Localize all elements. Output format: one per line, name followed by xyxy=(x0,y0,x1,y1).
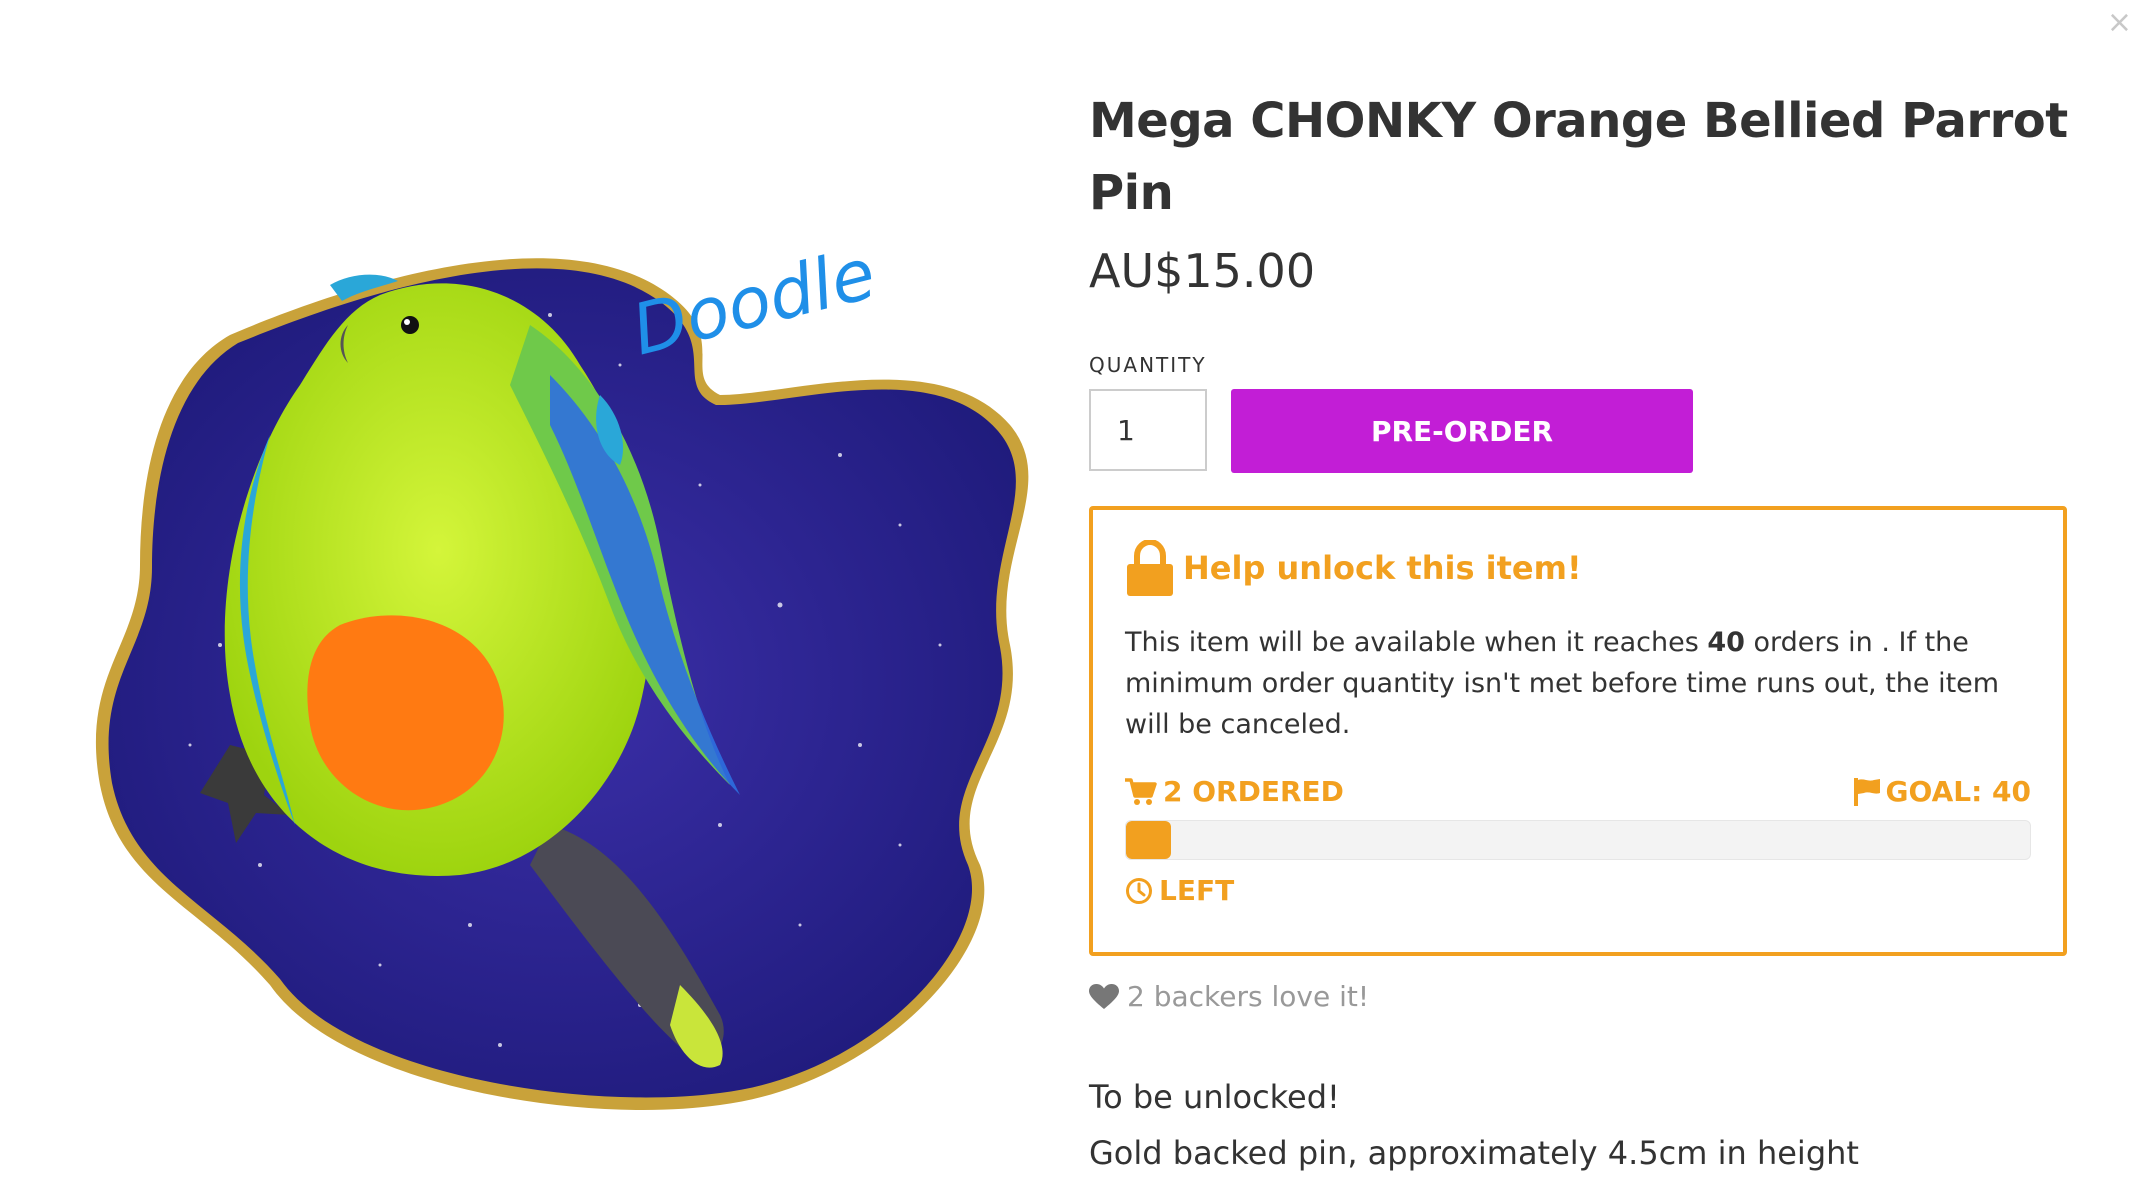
unlock-text-before: This item will be available when it reac… xyxy=(1125,627,1708,658)
unlock-title: Help unlock this item! xyxy=(1183,549,1582,587)
cart-icon xyxy=(1125,777,1157,805)
goal-count: GOAL: 40 xyxy=(1885,775,2031,808)
time-left: LEFT xyxy=(1125,874,2031,907)
unlock-goal-number: 40 xyxy=(1707,627,1745,658)
description-line-1: To be unlocked! xyxy=(1089,1078,1340,1116)
quantity-label: QUANTITY xyxy=(1089,353,1207,377)
unlock-description: This item will be available when it reac… xyxy=(1125,622,2031,745)
lock-icon xyxy=(1127,540,1173,596)
product-title: Mega CHONKY Orange Bellied Parrot Pin xyxy=(1089,93,2068,221)
clock-icon xyxy=(1126,877,1152,904)
quantity-input[interactable] xyxy=(1089,389,1207,471)
goal-stat: GOAL: 40 xyxy=(1853,775,2031,808)
signature-text: Doodle xyxy=(624,232,883,371)
progress-bar xyxy=(1125,820,2031,860)
product-details: Mega CHONKY Orange Bellied Parrot Pin AU… xyxy=(1089,85,2069,1181)
product-price: AU$15.00 xyxy=(1089,244,1316,298)
unlock-box: Help unlock this item! This item will be… xyxy=(1089,506,2067,956)
product-image: Doodle xyxy=(80,225,1040,1125)
flag-icon xyxy=(1853,777,1880,806)
time-left-label: LEFT xyxy=(1159,874,1235,907)
progress-stats: 2 ORDERED GOAL: 40 xyxy=(1125,775,2031,808)
progress-bar-fill xyxy=(1126,821,1172,859)
backers-love[interactable]: 2 backers love it! xyxy=(1089,980,2069,1013)
purchase-row: PRE-ORDER xyxy=(1089,389,2069,473)
product-description: To be unlocked! Gold backed pin, approxi… xyxy=(1089,1069,2069,1181)
heart-icon xyxy=(1089,983,1119,1009)
ordered-stat: 2 ORDERED xyxy=(1125,775,1344,808)
ordered-count: 2 ORDERED xyxy=(1163,775,1344,808)
description-line-2: Gold backed pin, approximately 4.5cm in … xyxy=(1089,1134,1859,1172)
close-icon[interactable]: × xyxy=(2107,8,2132,38)
backers-label: 2 backers love it! xyxy=(1127,980,1370,1013)
pre-order-button[interactable]: PRE-ORDER xyxy=(1231,389,1693,473)
unlock-header: Help unlock this item! xyxy=(1125,540,2031,596)
